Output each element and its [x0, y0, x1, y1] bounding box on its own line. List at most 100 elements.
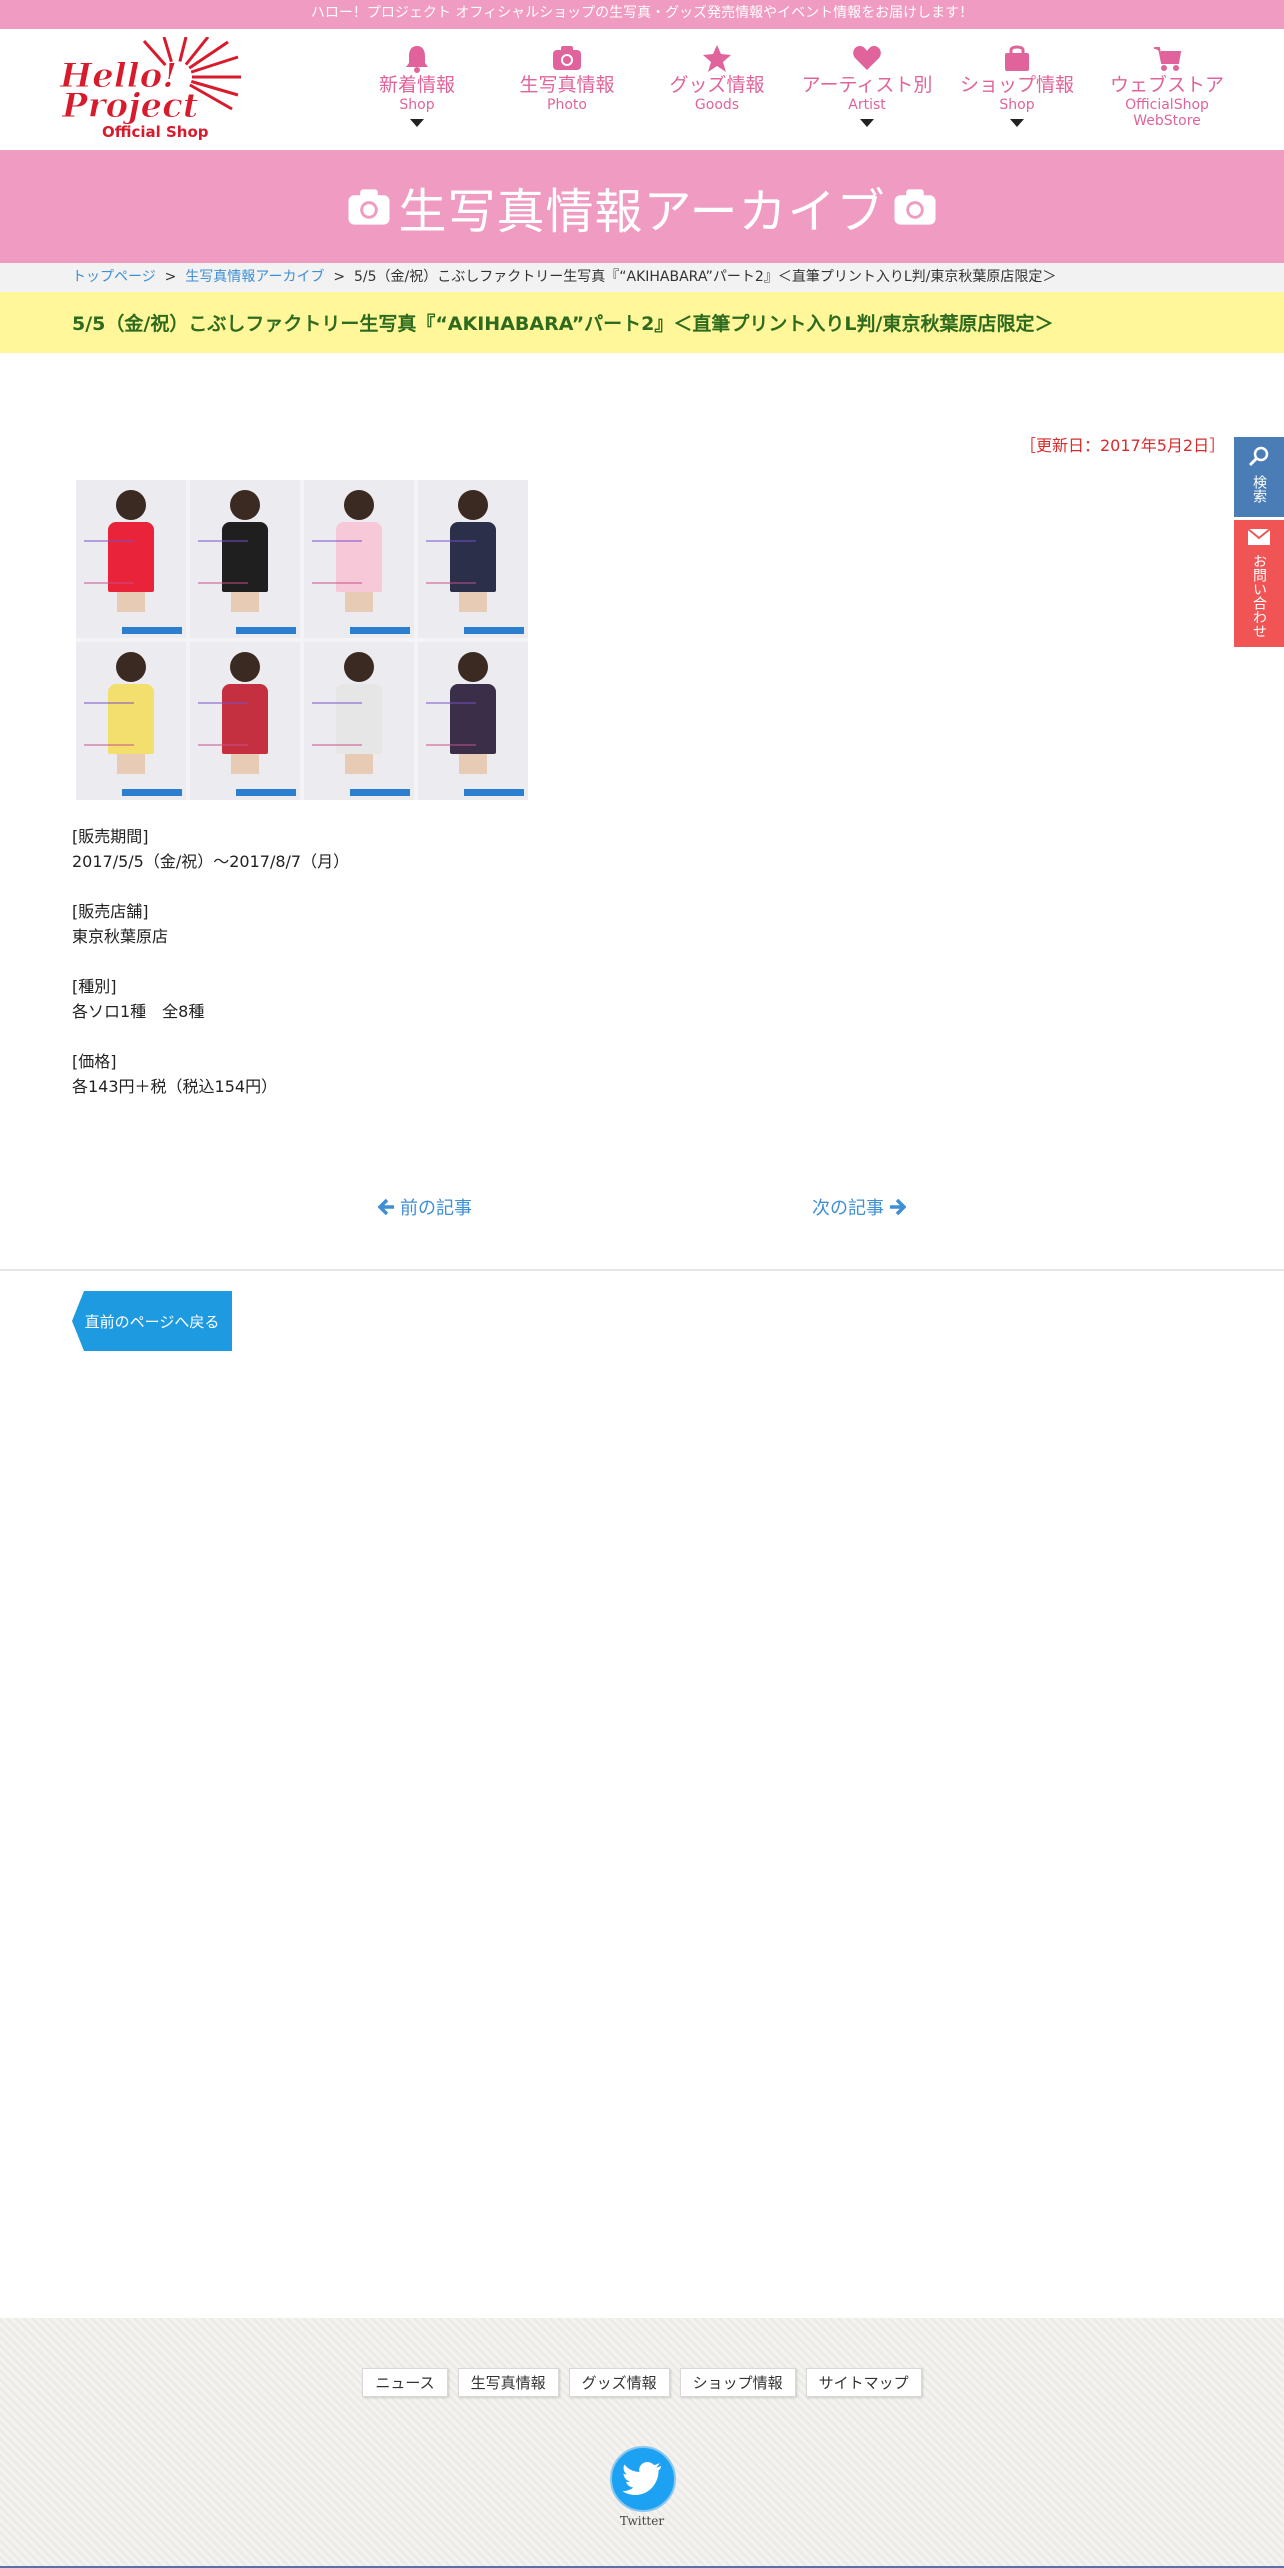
nav-label: ショップ情報 [959, 74, 1074, 96]
footer-link-news[interactable]: ニュース [362, 2368, 448, 2397]
nav-sublabel-2: WebStore [1133, 113, 1201, 129]
breadcrumb-current: 5/5（金/祝）こぶしファクトリー生写真『“AKIHABARA”パート2』＜直筆… [354, 269, 1057, 285]
camera-icon [894, 188, 936, 225]
nav-label: ウェブストア [1109, 74, 1224, 96]
breadcrumb-separator: > [328, 269, 350, 285]
prev-article-link[interactable]: 前の記事 [378, 1194, 472, 1220]
autograph-print [312, 702, 362, 746]
footer-links: ニュース 生写真情報 グッズ情報 ショップ情報 サイトマップ [0, 2368, 1284, 2397]
side-search-button[interactable]: 検索 [1234, 437, 1284, 517]
photo-card [304, 642, 414, 800]
nav-item-webstore[interactable]: ウェブストア OfficialShop WebStore [1092, 43, 1242, 143]
photo-logo-strip [236, 789, 296, 796]
side-contact-button[interactable]: お問い合わせ [1234, 520, 1284, 647]
next-article-link[interactable]: 次の記事 [812, 1194, 906, 1220]
info-block-price: [価格] 各143円＋税（税込154円） [72, 1049, 349, 1099]
breadcrumb-archive-link[interactable]: 生写真情報アーカイブ [185, 269, 324, 285]
caret-down-icon [860, 119, 874, 127]
photo-logo-strip [464, 789, 524, 796]
nav-sublabel: Photo [547, 97, 587, 113]
nav-label: グッズ情報 [669, 74, 765, 96]
arrow-right-icon [890, 1198, 906, 1216]
nav-sublabel: Goods [694, 97, 740, 113]
hello-project-logo[interactable]: Hello! Project Official Shop [56, 36, 246, 141]
caret-down-icon [410, 119, 424, 127]
photo-logo-strip [350, 789, 410, 796]
photo-logo-strip [350, 627, 410, 634]
nav-item-news[interactable]: 新着情報 Shop [342, 43, 492, 143]
side-search-label: 検索 [1251, 475, 1267, 503]
photo-logo-strip [464, 627, 524, 634]
prev-article-label: 前の記事 [400, 1198, 472, 1219]
arrow-left-icon [378, 1198, 394, 1216]
nav-item-photo[interactable]: 生写真情報 Photo [492, 43, 642, 143]
article-title-bar: 5/5（金/祝）こぶしファクトリー生写真『“AKIHABARA”パート2』＜直筆… [0, 292, 1284, 353]
breadcrumb-separator: > [160, 269, 181, 285]
mail-icon [1247, 528, 1271, 545]
autograph-print [426, 540, 476, 584]
info-heading: [販売店舗] [72, 902, 149, 921]
info-value: 2017/5/5（金/祝）～2017/8/7（月） [72, 852, 350, 871]
footer-link-sitemap[interactable]: サイトマップ [805, 2368, 922, 2397]
info-block-type: [種別] 各ソロ1種 全8種 [72, 974, 349, 1024]
info-block-store: [販売店舗] 東京秋葉原店 [72, 899, 349, 949]
nav-sublabel: Artist [848, 97, 886, 113]
site-header: Hello! Project Official Shop 新着情報 Shop 生… [0, 29, 1284, 150]
banner-title: 生写真情報アーカイブ [398, 183, 886, 240]
updated-date: ［更新日：2017年5月2日］ [1020, 436, 1226, 455]
photo-card [418, 642, 528, 800]
nav-sublabel: Shop [399, 97, 435, 113]
footer-link-goods[interactable]: グッズ情報 [568, 2368, 670, 2397]
info-heading: [販売期間] [72, 827, 149, 846]
main-navigation: 新着情報 Shop 生写真情報 Photo グッズ情報 Goods アーティスト [342, 43, 1242, 143]
twitter-icon [610, 2446, 676, 2512]
twitter-link[interactable]: Twitter [610, 2446, 676, 2528]
back-button-label: 直前のページへ戻る [84, 1312, 220, 1331]
nav-sublabel: Shop [999, 97, 1035, 113]
photo-card [76, 480, 186, 638]
photo-card [76, 642, 186, 800]
next-article-label: 次の記事 [812, 1198, 884, 1219]
caret-down-icon [1010, 119, 1024, 127]
photo-card [418, 480, 528, 638]
nav-item-shop[interactable]: ショップ情報 Shop [942, 43, 1092, 143]
footer-link-shop[interactable]: ショップ情報 [679, 2368, 796, 2397]
nav-label: アーティスト別 [801, 74, 933, 96]
bell-icon [406, 46, 428, 73]
product-photo[interactable] [76, 480, 528, 800]
camera-icon [348, 188, 390, 225]
autograph-print [198, 540, 248, 584]
photo-logo-strip [122, 789, 182, 796]
camera-icon [553, 46, 581, 70]
nav-label: 生写真情報 [519, 74, 615, 96]
autograph-print [426, 702, 476, 746]
nav-sublabel: OfficialShop [1125, 97, 1209, 113]
photo-logo-strip [236, 627, 296, 634]
autograph-print [84, 540, 134, 584]
autograph-print [198, 702, 248, 746]
nav-item-goods[interactable]: グッズ情報 Goods [642, 43, 792, 143]
heart-icon [853, 46, 881, 70]
nav-label: 新着情報 [378, 74, 455, 96]
article-title: 5/5（金/祝）こぶしファクトリー生写真『“AKIHABARA”パート2』＜直筆… [72, 313, 1054, 335]
twitter-caption: Twitter [619, 2514, 665, 2528]
nav-item-artist[interactable]: アーティスト別 Artist [792, 43, 942, 143]
cart-icon [1154, 47, 1182, 71]
shopping-bag-icon [1005, 45, 1029, 71]
photo-card [190, 480, 300, 638]
info-value: 各ソロ1種 全8種 [72, 1002, 205, 1021]
autograph-print [84, 702, 134, 746]
photo-card [304, 480, 414, 638]
photo-logo-strip [122, 627, 182, 634]
svg-text:Project: Project [61, 86, 199, 126]
back-button[interactable]: 直前のページへ戻る [72, 1291, 232, 1351]
product-info: [販売期間] 2017/5/5（金/祝）～2017/8/7（月） [販売店舗] … [72, 824, 349, 1124]
content-divider [0, 1269, 1284, 1271]
breadcrumb-home-link[interactable]: トップページ [72, 269, 156, 285]
breadcrumb: トップページ > 生写真情報アーカイブ > 5/5（金/祝）こぶしファクトリー生… [0, 263, 1284, 292]
svg-text:Official Shop: Official Shop [102, 123, 209, 141]
info-value: 各143円＋税（税込154円） [72, 1077, 278, 1096]
page-banner: 生写真情報アーカイブ [0, 150, 1284, 263]
footer-link-photo[interactable]: 生写真情報 [457, 2368, 559, 2397]
autograph-print [312, 540, 362, 584]
